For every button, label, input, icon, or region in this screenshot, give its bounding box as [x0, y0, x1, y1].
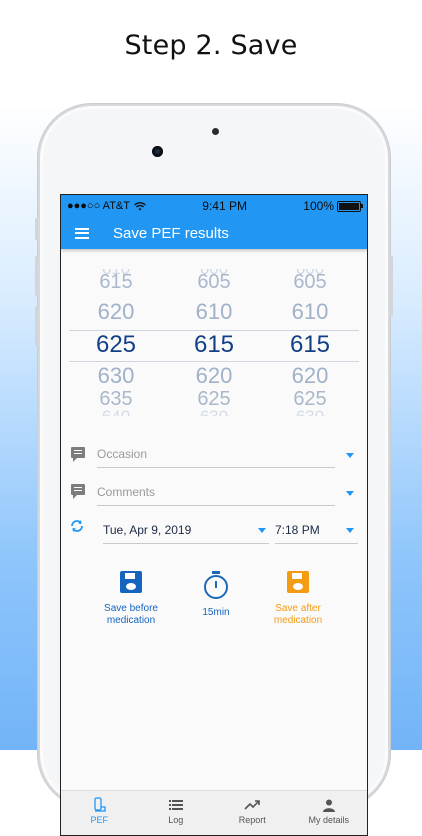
picker-selection-bottom	[69, 361, 359, 362]
comments-field[interactable]: Comments	[97, 481, 335, 506]
floppy-disk-icon	[120, 571, 142, 593]
picker-value[interactable]: 615	[71, 271, 161, 294]
picker-value[interactable]: 605	[265, 271, 355, 294]
picker-value[interactable]: 640	[71, 407, 161, 416]
date-dropdown-icon[interactable]	[258, 528, 266, 533]
status-time: 9:41 PM	[202, 199, 247, 213]
power-button	[390, 256, 393, 316]
nav-item-my-details[interactable]: My details	[291, 791, 368, 835]
date-field[interactable]: Tue, Apr 9, 2019	[103, 519, 269, 544]
picker-selected-value[interactable]: 625	[71, 331, 161, 359]
mute-switch	[35, 218, 38, 240]
picker-value[interactable]: 630	[71, 363, 161, 389]
time-dropdown-icon[interactable]	[346, 528, 354, 533]
comments-comment-icon	[71, 484, 85, 499]
nav-item-log[interactable]: Log	[138, 791, 215, 835]
floppy-disk-icon	[287, 571, 309, 593]
save-after-medication-button[interactable]: Save after medication	[258, 571, 338, 627]
sync-icon[interactable]	[70, 519, 84, 533]
person-icon	[291, 797, 368, 813]
timer-label: 15min	[202, 607, 230, 618]
occasion-placeholder: Occasion	[97, 447, 148, 461]
nav-label-pef: PEF	[90, 815, 108, 825]
timer-button[interactable]: 15min	[181, 571, 251, 619]
picker-selected-value[interactable]: 615	[169, 331, 259, 359]
trend-icon	[214, 797, 291, 813]
stopwatch-icon	[204, 571, 228, 599]
picker-value[interactable]: 630	[265, 407, 355, 416]
carrier-label: ●●●○○ AT&T	[67, 200, 130, 212]
comments-dropdown-icon[interactable]	[346, 491, 354, 496]
page-title: Save PEF results	[113, 224, 229, 242]
picker-value[interactable]: 620	[265, 363, 355, 389]
phone-frame: ●●●○○ AT&T 9:41 PM 100% Save PEF results	[35, 104, 393, 836]
date-value: Tue, Apr 9, 2019	[103, 523, 192, 537]
picker-value[interactable]: 630	[169, 407, 259, 416]
picker-value[interactable]: 620	[169, 363, 259, 389]
status-bar: ●●●○○ AT&T 9:41 PM 100%	[61, 195, 367, 217]
save-before-medication-button[interactable]: Save before medication	[91, 571, 171, 627]
page-caption: Step 2. Save	[124, 30, 298, 61]
picker-value[interactable]: 610	[169, 299, 259, 325]
occasion-field[interactable]: Occasion	[97, 443, 335, 468]
picker-selected-value[interactable]: 615	[265, 331, 355, 359]
pef-picker: 610 615 620 625 630 635 640 600 605 610 …	[61, 255, 367, 416]
save-before-label-2: medication	[106, 615, 156, 626]
comments-placeholder: Comments	[97, 485, 156, 499]
app-screen: ●●●○○ AT&T 9:41 PM 100% Save PEF results	[60, 194, 368, 836]
save-after-label-2: medication	[273, 615, 323, 626]
occasion-dropdown-icon[interactable]	[346, 453, 354, 458]
nav-label-log: Log	[168, 815, 184, 825]
picker-value[interactable]: 620	[71, 299, 161, 325]
volume-down-button	[35, 306, 38, 346]
bottom-navigation: PEF Log Report My details	[61, 790, 367, 835]
save-after-label-1: Save after	[275, 603, 321, 614]
nav-item-report[interactable]: Report	[214, 791, 291, 835]
speaker-dot	[212, 128, 219, 135]
nav-label-report: Report	[238, 815, 266, 825]
list-icon	[138, 797, 215, 813]
wifi-icon	[134, 201, 146, 210]
time-value: 7:18 PM	[275, 523, 320, 537]
front-camera	[152, 146, 163, 157]
menu-icon[interactable]	[75, 227, 89, 239]
battery-icon	[337, 200, 363, 212]
inhaler-icon	[61, 797, 138, 813]
nav-item-pef[interactable]: PEF	[61, 791, 138, 835]
volume-up-button	[35, 256, 38, 296]
picker-value[interactable]: 610	[265, 299, 355, 325]
picker-value[interactable]: 605	[169, 271, 259, 294]
app-bar: Save PEF results	[61, 217, 367, 249]
battery-percent: 100%	[303, 199, 334, 213]
save-before-label-1: Save before	[104, 603, 158, 614]
nav-label-my-details: My details	[308, 815, 349, 825]
occasion-comment-icon	[71, 447, 85, 462]
